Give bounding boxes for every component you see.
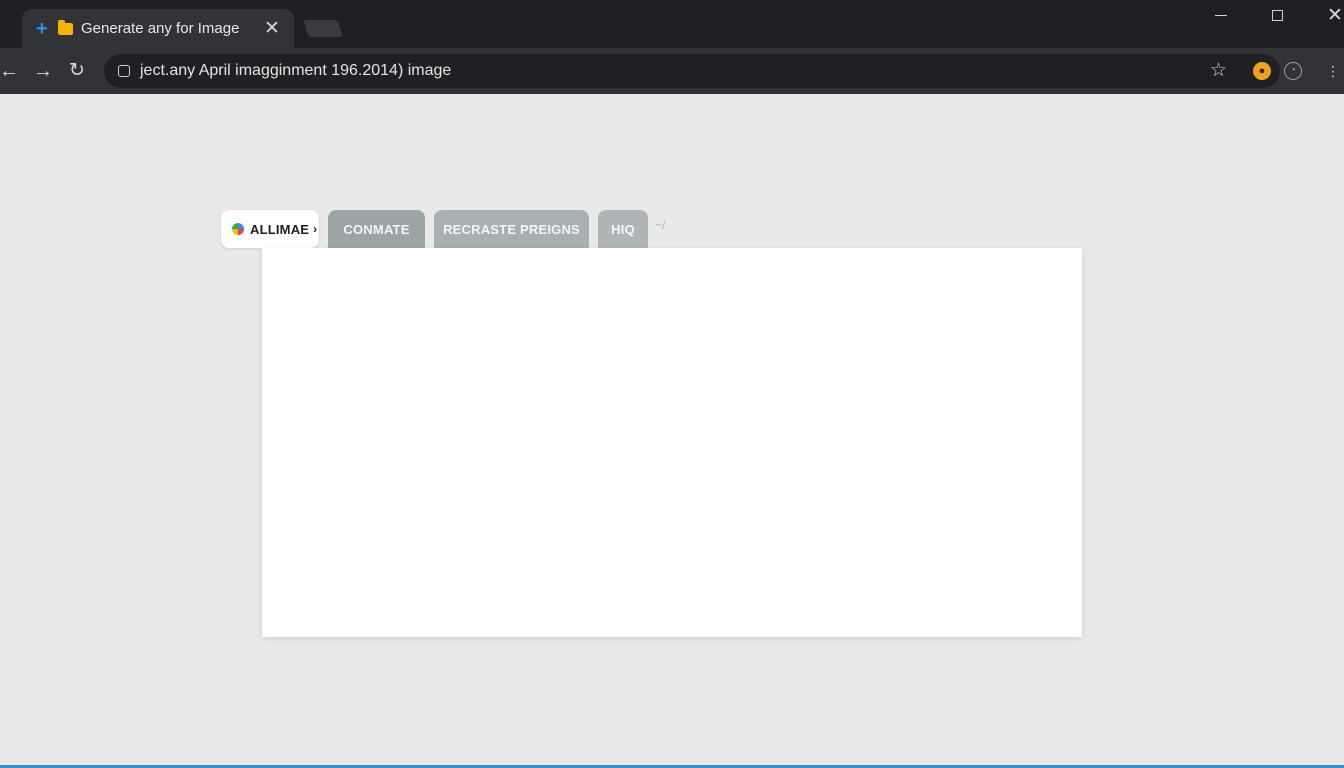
reload-icon[interactable]: ↻ (64, 58, 90, 84)
browser-toolbar: ← → ↻ ject.any April imagginment 196.201… (0, 48, 1344, 94)
url-text[interactable]: ject.any April imagginment 196.2014) ima… (140, 62, 451, 80)
address-bar[interactable]: ject.any April imagginment 196.2014) ima… (104, 54, 1280, 88)
browser-tab[interactable]: + Generate any for Image ✕ (22, 9, 294, 48)
more-tabs-indicator[interactable]: ~/ (655, 218, 665, 232)
page-content: ALLIMAE › CONMATE RECRASTE PREIGNS HIQ ~… (0, 94, 1344, 766)
brand-chip[interactable]: ALLIMAE › (221, 210, 319, 248)
tab-hiq-label: HIQ (611, 221, 635, 237)
brand-chip-label: ALLIMAE (250, 221, 310, 237)
tab-recraste-label: RECRASTE PREIGNS (443, 221, 580, 237)
tab-hiq[interactable]: HIQ (598, 210, 648, 248)
folder-icon (58, 19, 73, 35)
close-icon[interactable]: ✕ (262, 17, 282, 40)
chevron-right-icon: › (313, 222, 318, 236)
tab-connate[interactable]: CONMATE (328, 210, 425, 248)
minimize-button[interactable] (1206, 4, 1236, 28)
maximize-button[interactable] (1262, 4, 1292, 28)
new-tab-button[interactable] (303, 20, 343, 37)
tab-connate-label: CONMATE (343, 221, 410, 237)
brand-logo-icon (232, 223, 244, 235)
back-arrow-icon[interactable]: ← (0, 58, 22, 84)
plus-icon: + (36, 17, 48, 40)
extension-icon[interactable]: ● (1253, 62, 1271, 80)
tab-recraste-preigns[interactable]: RECRASTE PREIGNS (434, 210, 589, 248)
forward-arrow-icon[interactable]: → (30, 58, 56, 84)
window-close-button[interactable]: ✕ (1320, 4, 1344, 28)
lock-icon[interactable] (118, 65, 130, 77)
main-panel (262, 248, 1082, 637)
menu-icon[interactable]: ⋮ (1326, 62, 1340, 80)
timer-icon[interactable]: ◔ (1284, 62, 1302, 80)
browser-titlebar: + Generate any for Image ✕ ✕ (0, 0, 1344, 48)
tab-title: Generate any for Image (81, 20, 240, 37)
star-icon[interactable]: ☆ (1210, 59, 1227, 83)
